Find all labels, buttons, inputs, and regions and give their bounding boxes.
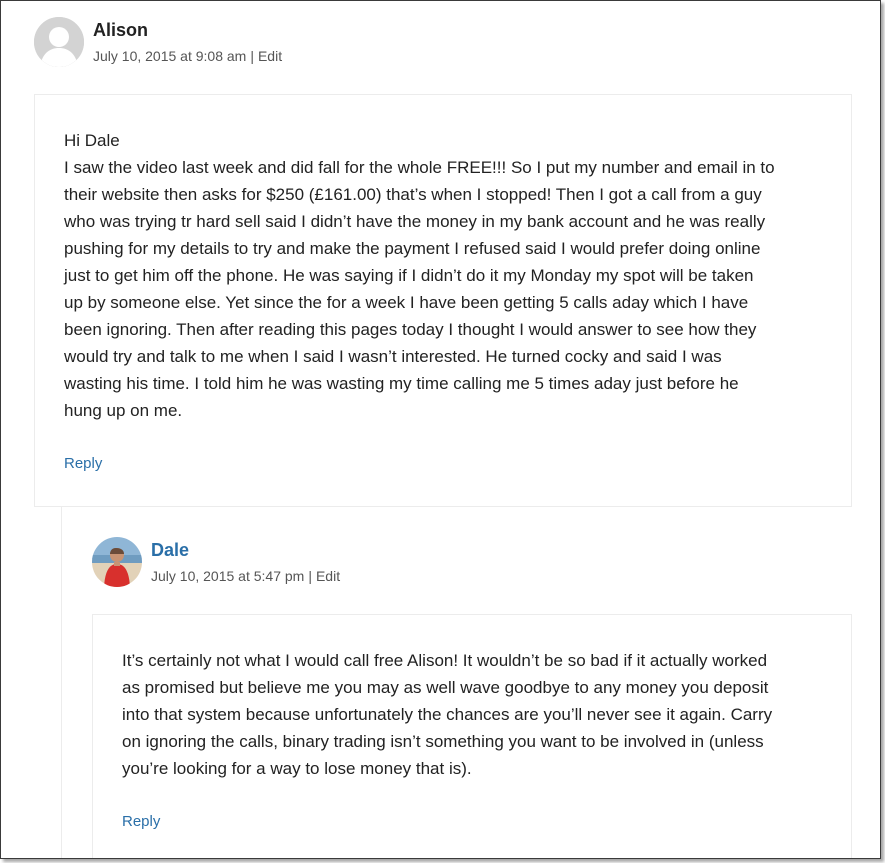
comment-meta-alison: July 10, 2015 at 9:08 am | Edit — [93, 48, 282, 64]
comment-date-link[interactable]: July 10, 2015 at 9:08 am — [93, 48, 246, 64]
comment-author-alison[interactable]: Alison — [93, 20, 148, 41]
dale-avatar — [92, 537, 142, 587]
meta-separator: | — [308, 568, 312, 584]
comment-line: up by someone else. Yet since the for a … — [64, 293, 749, 312]
comment-text-dale: It’s certainly not what I would call fre… — [122, 647, 772, 782]
comment-text-alison: Hi Dale I saw the video last week and di… — [64, 127, 775, 424]
alison-avatar — [34, 17, 84, 67]
comment-line: would try and talk to me when I said I w… — [64, 347, 722, 366]
comments-section: Alison July 10, 2015 at 9:08 am | Edit Hi … — [0, 0, 881, 859]
reply-link-dale[interactable]: Reply — [122, 813, 160, 830]
comment-line: Hi Dale — [64, 131, 120, 150]
comment-line: who was trying tr hard sell said I didn’… — [64, 212, 766, 231]
comment-line: pushing for my details to try and make t… — [64, 239, 761, 258]
thread-indent-line — [61, 506, 62, 858]
comment-author-dale[interactable]: Dale — [151, 540, 189, 561]
comment-line: just to get him off the phone. He was sa… — [64, 266, 754, 285]
comment-line: on ignoring the calls, binary trading is… — [122, 732, 764, 751]
comment-line: It’s certainly not what I would call fre… — [122, 651, 768, 670]
comment-line: wasting his time. I told him he was wast… — [64, 374, 739, 393]
comment-line: as promised but believe me you may as we… — [122, 678, 769, 697]
default-user-avatar-icon — [34, 17, 84, 67]
beach-photo-avatar-icon — [92, 537, 142, 587]
comment-meta-dale: July 10, 2015 at 5:47 pm | Edit — [151, 568, 340, 584]
edit-link[interactable]: Edit — [316, 568, 340, 584]
comment-line: been ignoring. Then after reading this p… — [64, 320, 757, 339]
meta-separator: | — [250, 48, 254, 64]
comment-line: hung up on me. — [64, 401, 183, 420]
comment-line: into that system because unfortunately t… — [122, 705, 773, 724]
comment-line: their website then asks for $250 (£161.0… — [64, 185, 762, 204]
edit-link[interactable]: Edit — [258, 48, 282, 64]
comment-line: I saw the video last week and did fall f… — [64, 158, 775, 177]
comment-date-link[interactable]: July 10, 2015 at 5:47 pm — [151, 568, 304, 584]
reply-link-alison[interactable]: Reply — [64, 455, 102, 472]
comment-line: you’re looking for a way to lose money t… — [122, 759, 472, 778]
